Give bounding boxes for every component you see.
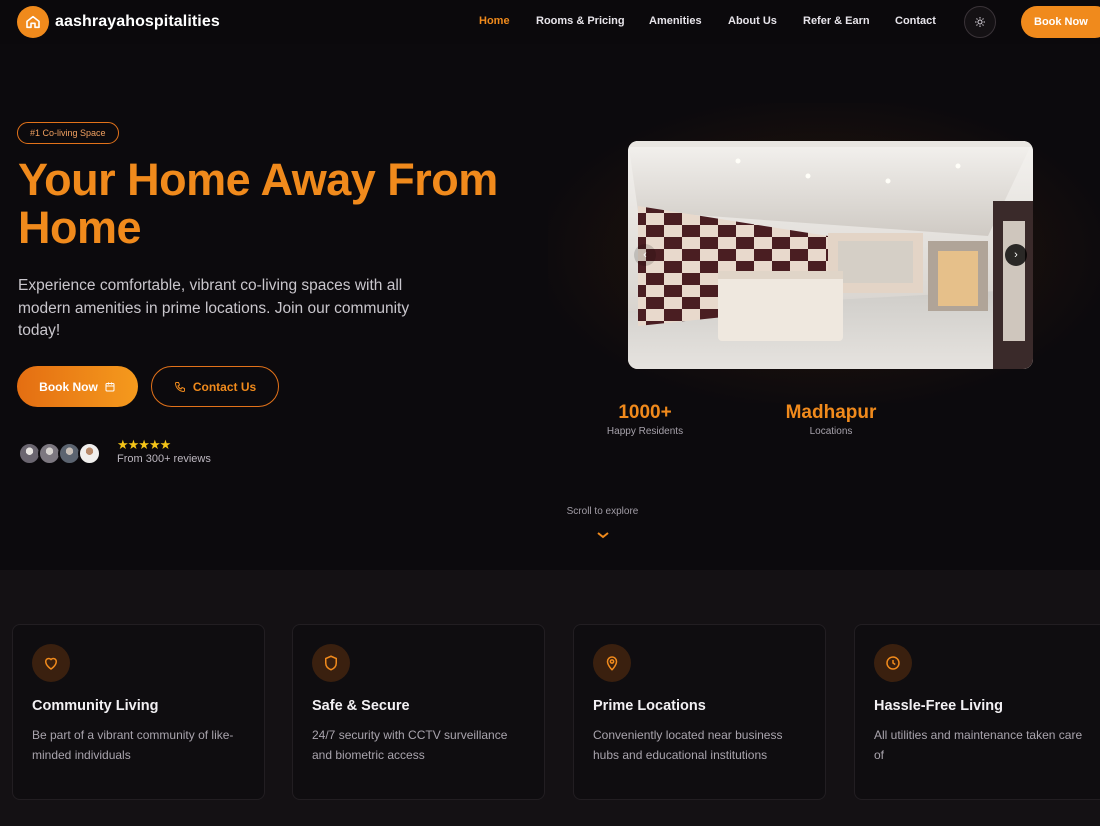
nav-link-contact[interactable]: Contact — [895, 15, 936, 27]
avatar — [78, 442, 101, 465]
phone-icon — [174, 381, 185, 392]
nav-link-rooms-pricing[interactable]: Rooms & Pricing — [536, 15, 625, 27]
rating-block: ★★★★★ From 300+ reviews — [117, 437, 211, 466]
contact-us-label: Contact Us — [192, 379, 257, 394]
top-navbar: aashrayahospitalities Home Rooms & Prici… — [0, 0, 1100, 44]
calendar-icon — [105, 382, 115, 391]
hero-image-carousel[interactable]: ‹ › — [628, 141, 1033, 369]
review-count: From 300+ reviews — [117, 453, 211, 465]
feature-card-community: Community Living Be part of a vibrant co… — [12, 624, 265, 800]
contact-us-button[interactable]: Contact Us — [151, 366, 279, 407]
stat-label: Happy Residents — [606, 426, 684, 437]
feature-card-locations: Prime Locations Conveniently located nea… — [573, 624, 826, 800]
book-now-button[interactable]: Book Now — [17, 366, 138, 407]
stat-value: 1000+ — [618, 402, 672, 423]
feature-title: Prime Locations — [593, 698, 706, 714]
shield-icon — [312, 644, 350, 682]
carousel-next-button[interactable]: › — [1005, 244, 1027, 266]
chevron-down-icon[interactable] — [596, 530, 610, 540]
star-rating: ★★★★★ — [117, 437, 171, 452]
hero-description: Experience comfortable, vibrant co-livin… — [18, 277, 410, 339]
nav-link-refer-earn[interactable]: Refer & Earn — [803, 15, 870, 27]
theme-toggle-button[interactable] — [964, 6, 996, 38]
lobby-photo — [628, 141, 1033, 369]
feature-description: Conveniently located near business hubs … — [593, 728, 783, 762]
stat-label: Locations — [809, 426, 853, 437]
feature-card-security: Safe & Secure 24/7 security with CCTV su… — [292, 624, 545, 800]
book-now-label: Book Now — [39, 379, 98, 394]
feature-title: Safe & Secure — [312, 698, 410, 714]
features-section: Community Living Be part of a vibrant co… — [0, 570, 1100, 826]
feature-description: 24/7 security with CCTV surveillance and… — [312, 728, 508, 762]
feature-description: Be part of a vibrant community of like-m… — [32, 728, 234, 762]
feature-title: Hassle-Free Living — [874, 698, 1003, 714]
nav-link-about-us[interactable]: About Us — [728, 15, 777, 27]
clock-icon — [874, 644, 912, 682]
nav-link-home[interactable]: Home — [479, 15, 510, 27]
stat-value: Madhapur — [785, 402, 877, 423]
map-pin-icon — [593, 644, 631, 682]
stat-locations: Madhapur Locations — [775, 402, 887, 437]
sun-icon — [975, 17, 985, 27]
hero-badge: #1 Co-living Space — [17, 122, 119, 144]
nav-links: Home Rooms & Pricing Amenities About Us … — [0, 15, 1100, 29]
stat-residents: 1000+ Happy Residents — [595, 402, 695, 437]
heart-icon — [32, 644, 70, 682]
feature-description: All utilities and maintenance taken care… — [874, 728, 1083, 762]
carousel-prev-button[interactable]: ‹ — [634, 244, 656, 266]
hero-title: Your Home Away From Home — [18, 154, 498, 253]
feature-title: Community Living — [32, 698, 159, 714]
scroll-hint: Scroll to explore — [566, 506, 639, 517]
nav-link-amenities[interactable]: Amenities — [649, 15, 702, 27]
feature-card-hassle-free: Hassle-Free Living All utilities and mai… — [854, 624, 1100, 800]
nav-book-now-button[interactable]: Book Now — [1021, 6, 1100, 38]
